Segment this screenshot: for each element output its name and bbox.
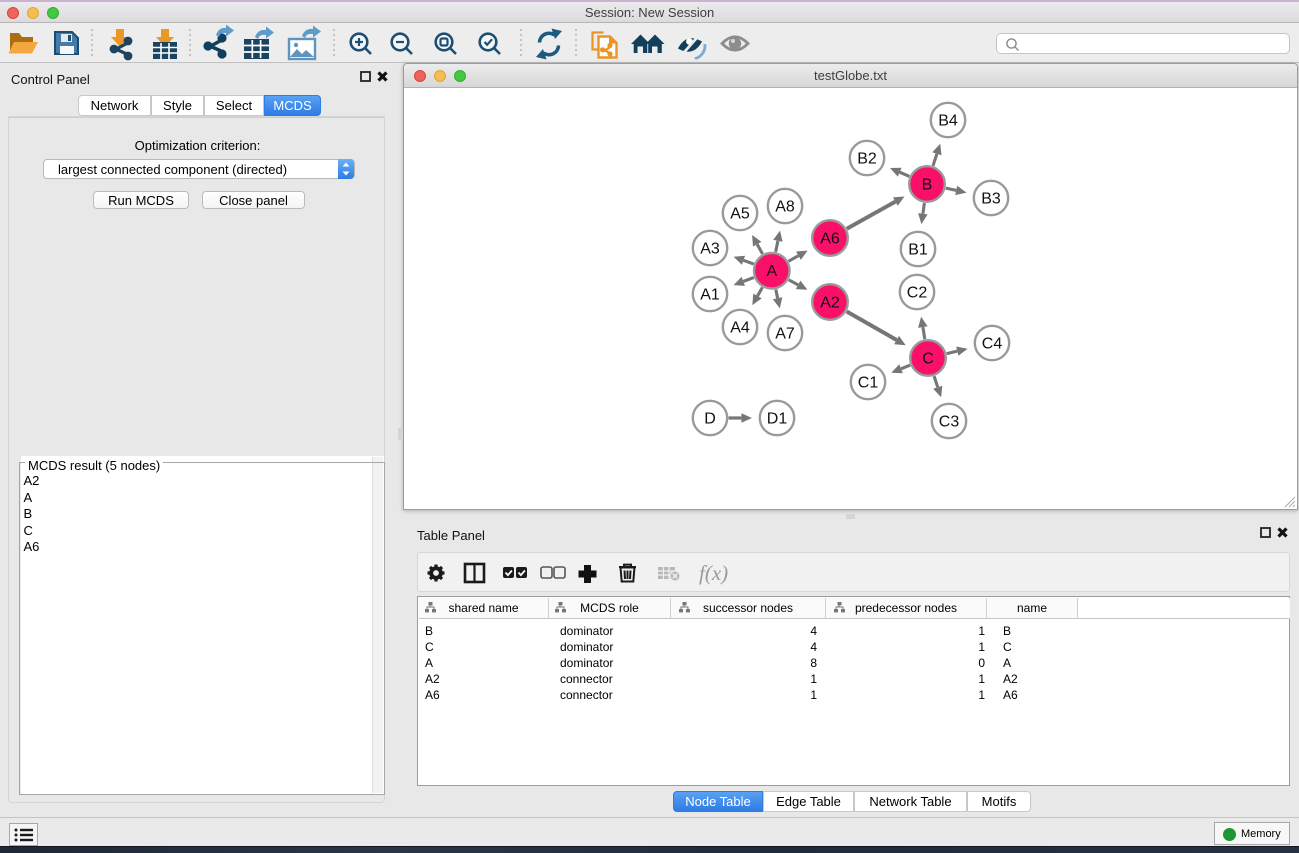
svg-text:A8: A8 [775, 199, 795, 216]
svg-text:A4: A4 [730, 320, 750, 337]
svg-text:C3: C3 [939, 414, 960, 431]
svg-text:A7: A7 [775, 326, 795, 343]
svg-text:C4: C4 [982, 336, 1003, 353]
svg-text:C1: C1 [858, 375, 879, 392]
svg-text:A1: A1 [700, 287, 720, 304]
svg-text:C2: C2 [907, 285, 928, 302]
svg-text:A: A [766, 263, 777, 280]
svg-text:A2: A2 [820, 295, 840, 312]
svg-text:B3: B3 [981, 191, 1001, 208]
svg-text:C: C [922, 351, 934, 368]
svg-text:B1: B1 [908, 242, 928, 259]
svg-text:A6: A6 [820, 231, 840, 248]
svg-text:B: B [922, 177, 933, 194]
svg-text:D: D [704, 411, 716, 428]
svg-text:B4: B4 [938, 113, 958, 130]
svg-text:A5: A5 [730, 206, 750, 223]
svg-text:A3: A3 [700, 241, 720, 258]
svg-text:f(x): f(x) [699, 561, 728, 585]
svg-text:D1: D1 [767, 411, 788, 428]
svg-text:B2: B2 [857, 151, 877, 168]
